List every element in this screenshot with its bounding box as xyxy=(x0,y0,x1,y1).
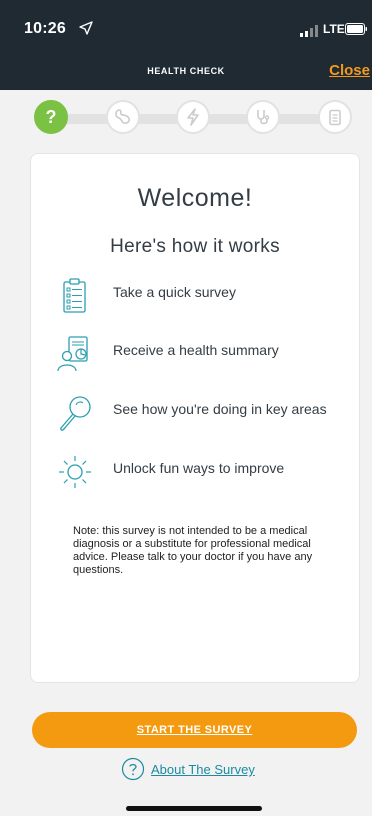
status-time: 10:26 xyxy=(24,20,66,37)
how-it-works-heading: Here's how it works xyxy=(110,236,280,257)
feature-label: See how you're doing in key areas xyxy=(113,401,327,417)
survey-list-icon xyxy=(63,278,86,313)
location-arrow-icon xyxy=(79,21,93,35)
status-bar: 10:26 LTE xyxy=(0,0,372,50)
battery-icon xyxy=(345,23,367,35)
feature-label: Take a quick survey xyxy=(113,284,236,300)
signal-icon xyxy=(300,25,318,37)
network-label: LTE xyxy=(323,22,345,36)
help-circle-icon[interactable] xyxy=(121,757,145,781)
about-survey-link[interactable]: About The Survey xyxy=(151,762,255,777)
home-indicator xyxy=(126,806,262,811)
step-1-question[interactable]: ? xyxy=(34,100,68,134)
lightbulb-sun-icon xyxy=(59,456,91,488)
health-summary-icon xyxy=(57,336,88,372)
step-5-clipboard[interactable] xyxy=(318,100,352,134)
feature-label: Unlock fun ways to improve xyxy=(113,460,285,476)
welcome-card: Welcome! Here's how it works Take a quic… xyxy=(30,153,360,683)
stethoscope-icon xyxy=(257,110,270,125)
start-survey-button[interactable]: START THE SURVEY xyxy=(32,712,357,748)
step-3-energy[interactable] xyxy=(176,100,210,134)
close-button[interactable]: Close xyxy=(329,62,370,79)
welcome-heading: Welcome! xyxy=(137,184,253,212)
top-bar: 10:26 LTE HEALTH CHECK Close xyxy=(0,0,372,90)
clipboard-icon xyxy=(329,109,341,126)
about-survey-row[interactable]: About The Survey xyxy=(0,757,372,783)
disclaimer-note: Note: this survey is not intended to be … xyxy=(73,525,313,576)
page-title: HEALTH CHECK xyxy=(147,66,225,76)
energy-icon xyxy=(187,108,199,126)
feature-key-areas: See how you're doing in key areas xyxy=(55,393,345,433)
question-icon: ? xyxy=(45,106,57,127)
feature-health-summary: Receive a health summary xyxy=(55,334,345,374)
step-4-stethoscope[interactable] xyxy=(246,100,280,134)
feature-take-survey: Take a quick survey xyxy=(55,276,345,316)
feature-label: Receive a health summary xyxy=(113,342,279,358)
progress-stepper: ? xyxy=(0,90,372,142)
digestion-icon xyxy=(115,109,131,124)
step-2-digestion[interactable] xyxy=(106,100,140,134)
magnifier-icon xyxy=(60,396,91,431)
feature-improve: Unlock fun ways to improve xyxy=(55,452,345,492)
